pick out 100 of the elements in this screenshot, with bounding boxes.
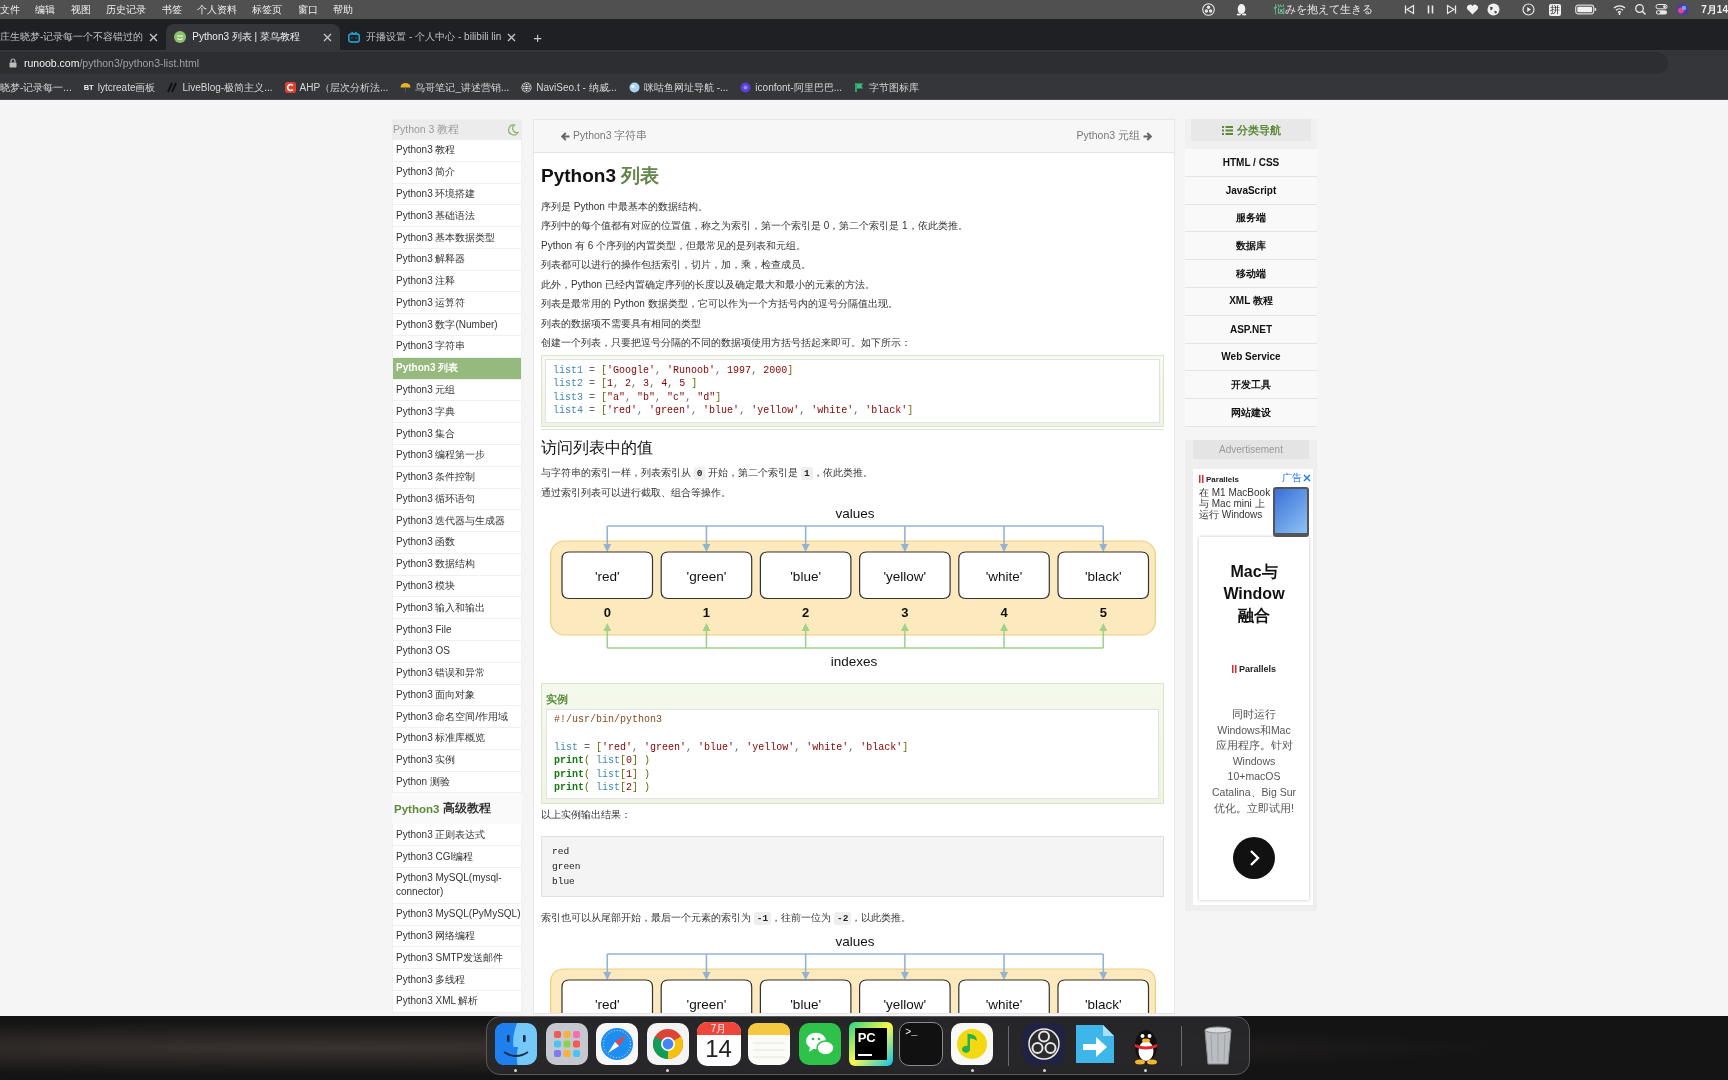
close-icon[interactable] [323,32,333,42]
sidebar-link[interactable]: Python3 MySQL(PyMySQL) [393,903,521,925]
sidebar-link[interactable]: Python3 字典 [393,401,521,423]
three-circles-logo-icon[interactable] [1202,3,1216,16]
bookmark-link[interactable]: LiveBlog-极简主义... [167,80,273,95]
compass-icon[interactable] [595,1022,640,1066]
sidebar-link[interactable]: Python3 条件控制 [393,466,521,488]
browser-tab[interactable]: Python3 列表 | 菜鸟教程 [166,24,341,50]
sidebar-link[interactable]: Python3 CGI编程 [393,846,521,867]
category-link[interactable]: 网站建设 [1185,399,1317,427]
sidebar-link[interactable]: Python3 数字(Number) [393,314,521,336]
new-tab-button[interactable]: + [524,24,552,50]
pc-logo-icon[interactable]: PC [848,1022,893,1066]
orb-icon[interactable] [1676,3,1690,16]
sidebar-link[interactable]: Python3 元组 [393,379,521,401]
sidebar-link[interactable]: Python3 错误和异常 [393,662,521,684]
wifi-icon[interactable] [1613,3,1627,16]
category-link[interactable]: Web Service [1185,343,1317,372]
menu-item[interactable]: 窗口 [297,2,318,17]
menu-item[interactable]: 视图 [70,2,91,17]
bookmark-link[interactable]: 咪咕鱼网址导航 -... [628,80,729,95]
terminal-icon[interactable]: >_ [899,1022,944,1066]
sidebar-link[interactable]: Python3 MySQL(mysql-connector) [393,868,521,903]
next-track-icon[interactable] [1445,3,1459,16]
sidebar-link[interactable]: Python3 基本数据类型 [393,227,521,248]
category-link[interactable]: JavaScript [1185,176,1317,205]
menu-item[interactable]: 标签页 [252,2,283,17]
sidebar-link[interactable]: Python3 多线程 [393,969,521,990]
menu-item[interactable]: 帮助 [333,2,354,17]
penguin-icon[interactable] [1235,3,1249,16]
category-link[interactable]: 开发工具 [1185,371,1317,400]
battery-icon[interactable] [1575,3,1598,16]
notepad-icon[interactable] [747,1022,792,1066]
previous-page-link[interactable]: Python3 字符串 [561,129,648,143]
sidebar-link[interactable]: Python3 字符串 [393,336,521,357]
category-link[interactable]: ASP.NET [1185,315,1317,344]
music-note-icon[interactable] [950,1022,995,1066]
previous-track-icon[interactable] [1403,3,1417,16]
ad-frame[interactable]: Parallels 在 M1 MacBook 与 Mac mini 上 运行 Windows 广告 Mac与 Window 融合 Parallels 同时运行 Windows和Mac 应用程序。针对 Windows 10+macOS Catalina、Big Sur 优化。立即试用! [1193,468,1313,906]
app-grid-icon[interactable] [544,1022,589,1066]
search-icon[interactable] [1634,3,1648,16]
browser-tab[interactable]: 开播设置 - 个人中心 - bilibili lin [340,24,525,50]
category-link[interactable]: 数据库 [1185,232,1317,261]
sidebar-link[interactable]: Python3 正则表达式 [393,824,521,846]
sidebar-link[interactable]: Python3 标准库概览 [393,728,521,749]
sidebar-link[interactable]: Python3 函数 [393,532,521,553]
sidebar-link[interactable]: Python3 File [393,619,521,640]
address-bar[interactable]: runoob.com/python3/python3-list.html [0,52,1668,74]
sidebar-link[interactable]: Python3 实例 [393,749,521,771]
sidebar-link[interactable]: Python3 模块 [393,575,521,597]
menu-item[interactable]: 编辑 [35,2,56,17]
menu-item[interactable]: 文件 [0,2,20,17]
browser-tab[interactable]: 庄生晓梦-记录每一个不容错过的 [0,24,167,50]
sidebar-link[interactable]: Python3 OS [393,640,521,662]
input-method-indicator[interactable]: 拼 [1549,3,1562,16]
category-link[interactable]: 服务端 [1185,204,1317,233]
smiling-face-icon[interactable] [493,1022,538,1066]
sidebar-link[interactable]: Python3 简介 [393,161,521,183]
bookmark-link[interactable]: iconfont-阿里巴巴... [740,80,843,95]
heart-icon[interactable] [1466,3,1480,16]
three-circles-logo-icon[interactable] [1022,1022,1067,1066]
close-icon[interactable] [149,32,159,42]
menu-item[interactable]: 书签 [161,2,182,17]
menu-item[interactable]: 个人资料 [196,2,237,17]
bookmark-link[interactable]: 鸟哥笔记_讲述营销... [400,80,510,95]
play-circle-icon[interactable] [1522,3,1536,16]
chat-bubbles-icon[interactable] [797,1022,842,1066]
sidebar-link[interactable]: Python3 环境搭建 [393,183,521,205]
sidebar-link[interactable]: Python3 编程第一步 [393,444,521,466]
sidebar-link[interactable]: Python3 迭代器与生成器 [393,510,521,532]
sidebar-link[interactable]: Python3 数据结构 [393,553,521,575]
sidebar-link[interactable]: Python3 注释 [393,270,521,292]
bookmark-link[interactable]: 字节图标库 [854,80,920,95]
close-icon[interactable] [507,32,517,42]
sidebar-link[interactable]: Python3 命名空间/作用域 [393,706,521,728]
next-page-link[interactable]: Python3 元组 [1076,129,1152,143]
close-icon[interactable] [1303,473,1311,482]
category-link[interactable]: 移动端 [1185,260,1317,288]
bookmark-link[interactable]: 晓梦-记录每一... [0,80,72,95]
next-button[interactable] [1233,837,1275,880]
sidebar-link[interactable]: Python3 面向对象 [393,684,521,706]
globe-icon[interactable] [1487,3,1501,16]
sidebar-link[interactable]: Python 测验 [393,771,521,793]
category-link[interactable]: XML 教程 [1185,288,1317,316]
sidebar-link[interactable]: Python3 输入和输出 [393,597,521,619]
sidebar-link[interactable]: Python3 XML 解析 [393,990,521,1012]
sidebar-link[interactable]: Python3 教程 [393,140,521,161]
calendar-icon[interactable]: 7月 14 [696,1022,741,1066]
sidebar-link[interactable]: Python3 解释器 [393,248,521,270]
sidebar-link[interactable]: Python3 循环语句 [393,488,521,510]
category-link[interactable]: HTML / CSS [1185,149,1317,177]
toggles-icon[interactable] [1655,3,1669,16]
sidebar-link[interactable]: Python3 运算符 [393,292,521,314]
ad-label[interactable]: 广告 [1282,470,1302,485]
now-playing-text[interactable]: 悩みを抱えて生きる [1274,2,1374,17]
sidebar-link[interactable]: Python3 网络编程 [393,925,521,947]
menu-item[interactable]: 历史记录 [106,2,147,17]
bookmark-link[interactable]: AHP（层次分析法... [284,80,389,95]
sidebar-link[interactable]: Python3 基础语法 [393,205,521,227]
bookmark-link[interactable]: NaviSeo.t - 纳威... [521,80,617,95]
